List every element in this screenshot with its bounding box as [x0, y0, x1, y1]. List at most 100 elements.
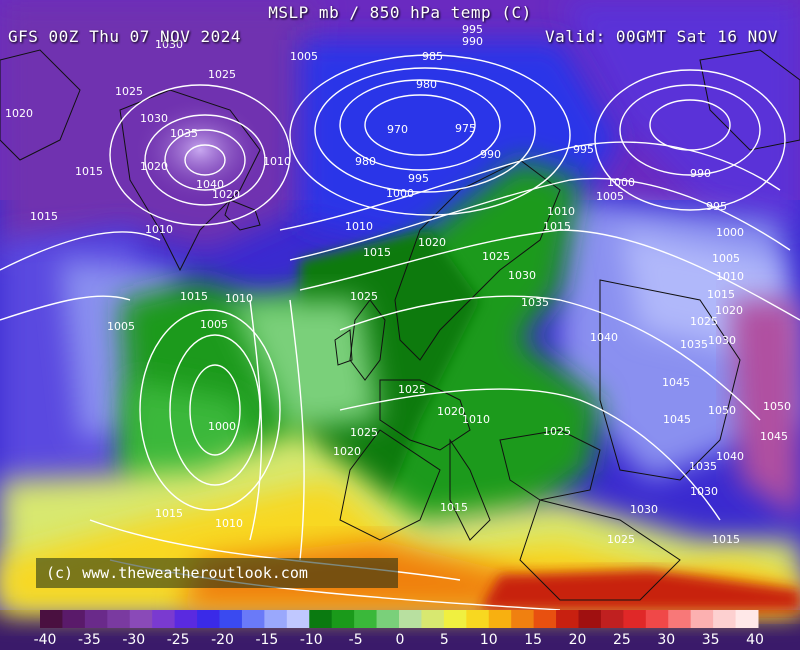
- isobar-label: 1010: [716, 270, 744, 283]
- color-scale-swatch: [690, 610, 714, 628]
- isobar-label: 1030: [508, 269, 536, 282]
- isobar-label: 1020: [715, 304, 743, 317]
- color-scale-swatch: [129, 610, 153, 628]
- color-scale-swatch: [623, 610, 647, 628]
- color-scale-swatch: [488, 610, 512, 628]
- isobar-label: 1030: [140, 112, 168, 125]
- isobar-label: 1015: [440, 501, 468, 514]
- color-scale-swatch: [399, 610, 422, 628]
- isobar-label: 1025: [607, 533, 635, 546]
- color-scale-swatch: [354, 610, 378, 628]
- isobar-label: 990: [690, 167, 711, 180]
- color-scale-swatch: [174, 610, 198, 628]
- color-scale-tick-label: -25: [166, 632, 190, 648]
- isobar-label: 1010: [547, 205, 575, 218]
- color-scale-tick-label: -20: [211, 632, 234, 648]
- isobar-label: 1015: [30, 210, 58, 223]
- isobar-label: 995: [408, 172, 429, 185]
- color-scale-swatch: [466, 610, 490, 628]
- color-scale-tick-label: 35: [701, 632, 720, 648]
- isobar-label: 1025: [543, 425, 571, 438]
- color-scale-swatch: [511, 610, 535, 628]
- isobar-label: 1025: [398, 383, 426, 396]
- color-scale-tick-label: 30: [657, 632, 676, 648]
- color-scale-tick-label: 5: [439, 632, 449, 648]
- isobar-label: 1015: [180, 290, 208, 303]
- isobar-label: 1000: [208, 420, 236, 433]
- color-scale-tick-label: -15: [255, 632, 279, 648]
- isobar-label: 1015: [543, 220, 571, 233]
- isobar-label: 1050: [763, 400, 791, 413]
- color-scale-swatch: [309, 610, 333, 628]
- color-scale-tick-label: 15: [524, 632, 543, 648]
- copyright-notice: (c) www.theweatheroutlook.com: [36, 558, 398, 588]
- color-scale-swatch: [533, 610, 557, 628]
- isobar-label: 1010: [145, 223, 173, 236]
- weather-map: 985 995 990 1005 980 970 975 980 1030 10…: [0, 0, 800, 628]
- color-scale-tick-label: -35: [77, 632, 101, 648]
- isobar-label: 1020: [212, 188, 240, 201]
- isobar-label: 1015: [155, 507, 183, 520]
- isobar-label: 970: [387, 123, 408, 136]
- color-scale-labels: -40 -35 -30 -25 -20 -15 -10 -5 0 5 10 15 20 25 30 35 40: [0, 630, 800, 650]
- isobar-label: 1005: [200, 318, 228, 331]
- isobar-label: 1005: [596, 190, 624, 203]
- isobar-label: 975: [455, 122, 476, 135]
- isobar-label: 1040: [716, 450, 744, 463]
- isobar-label: 1025: [115, 85, 143, 98]
- isobar-label: 1010: [345, 220, 373, 233]
- color-scale-tick-label: 0: [395, 632, 405, 648]
- isobar-label: 990: [480, 148, 501, 161]
- color-scale-swatch: [40, 610, 63, 628]
- color-scale-swatch: [443, 610, 467, 628]
- color-scale-swatch: [62, 610, 86, 628]
- isobar-label: 1025: [208, 68, 236, 81]
- isobar-label: 1010: [225, 292, 253, 305]
- color-scale-tick-label: -10: [299, 632, 323, 648]
- color-scale-bar: [40, 610, 759, 628]
- color-scale-swatch: [241, 610, 265, 628]
- color-scale-swatch: [735, 610, 759, 628]
- isobar-label: 1015: [712, 533, 740, 546]
- isobar-label: 985: [422, 50, 443, 63]
- isobar-label: 990: [462, 35, 483, 48]
- color-scale-swatch: [645, 610, 669, 628]
- isobar-label: 995: [573, 143, 594, 156]
- color-scale-swatch: [286, 610, 310, 628]
- color-scale-swatch: [668, 610, 692, 628]
- isobar-label: 1025: [350, 290, 378, 303]
- isobar-label: 1045: [662, 376, 690, 389]
- color-scale-swatch: [331, 610, 355, 628]
- isobar-label: 1040: [590, 331, 618, 344]
- isobar-label: 1020: [140, 160, 168, 173]
- isobar-label: 1050: [708, 404, 736, 417]
- color-scale-swatch: [713, 610, 737, 628]
- color-scale-tick-label: -30: [122, 632, 146, 648]
- isobar-label: 1025: [482, 250, 510, 263]
- isobar-label: 980: [355, 155, 376, 168]
- isobar-label: 1010: [215, 517, 243, 530]
- isobar-label: 1010: [462, 413, 490, 426]
- color-scale-tick-label: 25: [612, 632, 631, 648]
- color-scale-swatch: [84, 610, 108, 628]
- color-scale-swatch: [107, 610, 131, 628]
- isobar-label: 1025: [690, 315, 718, 328]
- isobar-label: 1005: [712, 252, 740, 265]
- color-scale-swatch: [578, 610, 602, 628]
- map-title: MSLP mb / 850 hPa temp (C): [268, 3, 532, 22]
- isobar-label: 980: [416, 78, 437, 91]
- color-scale-swatch: [219, 610, 243, 628]
- isobar-label: 1000: [716, 226, 744, 239]
- isobar-label: 1005: [290, 50, 318, 63]
- isobar-label: 1035: [521, 296, 549, 309]
- isobar-label: 1020: [418, 236, 446, 249]
- valid-time-label: Valid: 00GMT Sat 16 NOV: [544, 27, 778, 46]
- color-scale-tick-label: 40: [746, 632, 764, 648]
- isobar-label: 1015: [75, 165, 103, 178]
- isobar-label: 1015: [707, 288, 735, 301]
- color-scale-swatch: [600, 610, 624, 628]
- color-scale-swatch: [376, 610, 400, 628]
- isobar-label: 1010: [263, 155, 291, 168]
- isobar-label: 1045: [760, 430, 788, 443]
- isobar-label: 1045: [663, 413, 691, 426]
